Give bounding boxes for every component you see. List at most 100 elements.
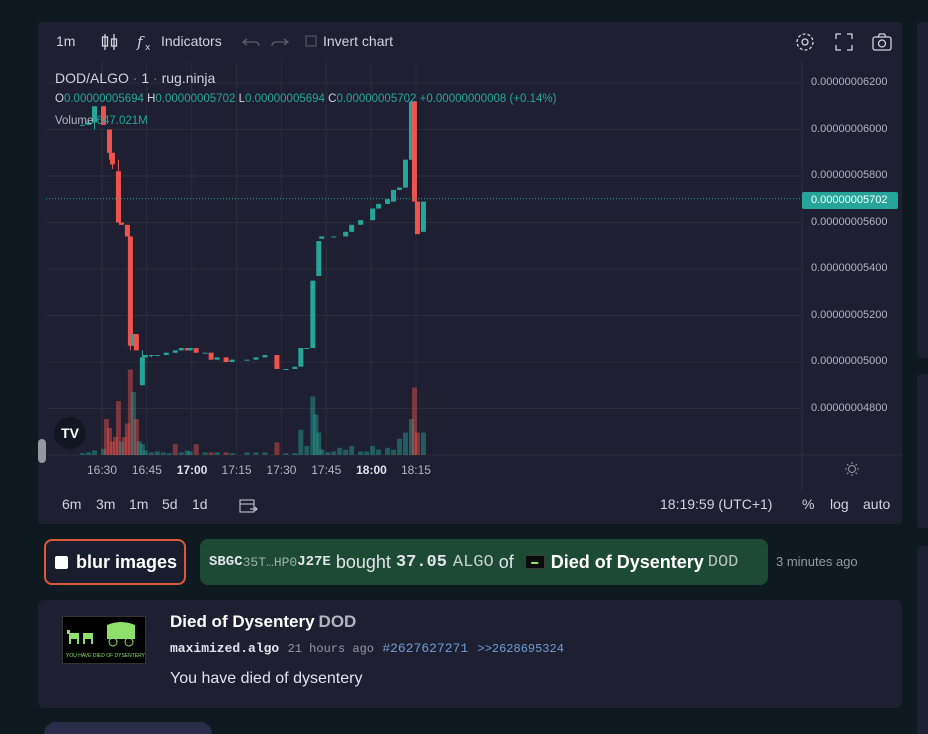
token-name[interactable]: Died of Dysentery — [551, 552, 704, 573]
volume-bar — [229, 453, 235, 455]
date-range-icon[interactable] — [238, 497, 258, 520]
token-unit: DOD — [707, 552, 739, 572]
chart-panel: 1m fx Indicators Invert chart DOD/ALGO ·… — [38, 22, 902, 524]
clock[interactable]: 18:19:59 (UTC+1) — [660, 496, 772, 512]
price-tick-label: 0.00000004800 — [811, 401, 888, 414]
volume-bar — [376, 449, 382, 455]
creator-link[interactable]: maximized.algo — [170, 641, 279, 656]
created-ago: 21 hours ago — [287, 642, 374, 656]
candle-body — [115, 171, 121, 223]
candle-body — [376, 203, 382, 209]
candle-body — [214, 357, 220, 360]
range-1d[interactable]: 1d — [192, 496, 208, 512]
volume-bar — [244, 452, 250, 455]
candle-body — [193, 348, 199, 353]
trade-asset: ALGO — [452, 552, 494, 572]
volume-bar — [283, 453, 289, 455]
candle-body — [349, 224, 355, 232]
tradingview-logo[interactable]: TV — [54, 417, 86, 449]
volume-bar — [172, 444, 178, 455]
volume-bar — [414, 432, 420, 455]
volume-bar — [262, 452, 268, 455]
volume-bar — [370, 446, 376, 455]
pair-name: DOD/ALGO — [55, 70, 129, 86]
candle-body — [411, 101, 417, 202]
range-5d[interactable]: 5d — [162, 496, 178, 512]
volume-bar — [343, 449, 349, 455]
h-value: 0.00000005702 — [155, 93, 236, 105]
c-value: 0.00000005702 — [336, 93, 417, 105]
scroll-handle[interactable] — [38, 439, 46, 463]
o-key: O — [55, 93, 64, 105]
volume-bar — [187, 451, 193, 455]
candle-body — [319, 236, 325, 239]
token-logo: YOU HAVE DIED OF DYSENTERY — [62, 616, 146, 664]
token-title-unit: DOD — [318, 612, 357, 631]
volume-bar — [391, 449, 397, 455]
volume-bar — [364, 451, 370, 455]
asa-link[interactable]: >>2628695324 — [478, 642, 564, 656]
volume-bar — [420, 432, 426, 455]
asa-id-link[interactable]: #2627627271 — [382, 641, 468, 656]
candle-body — [229, 359, 235, 362]
range-1m[interactable]: 1m — [129, 496, 148, 512]
volume-bar — [298, 429, 304, 455]
candle-body — [172, 350, 178, 353]
volume-bar — [304, 446, 310, 455]
range-6m[interactable]: 6m — [62, 496, 81, 512]
change-value: +0.00000000008 (+0.14%) — [419, 93, 557, 105]
volume-legend: Volume 647.021M — [55, 115, 148, 127]
volume-bar — [193, 444, 199, 455]
auto-toggle[interactable]: auto — [863, 496, 890, 512]
time-tick-label: 16:45 — [131, 463, 162, 477]
candle-body — [223, 357, 229, 362]
candle-body — [106, 129, 112, 153]
trade-amount: 37.05 — [395, 552, 447, 572]
candle-body — [139, 357, 145, 386]
range-3m[interactable]: 3m — [96, 496, 115, 512]
trader-address-middle[interactable]: 35T…HP0 — [243, 555, 298, 570]
reset-scale-icon[interactable] — [844, 461, 860, 482]
volume-value: 647.021M — [96, 115, 148, 127]
token-title-name[interactable]: Died of Dysentery — [170, 612, 315, 631]
token-description: You have died of dysentery — [170, 670, 363, 687]
volume-bar — [202, 452, 208, 455]
candle-body — [391, 189, 397, 202]
candle-body — [148, 355, 154, 357]
blur-images-toggle[interactable]: blur images — [44, 539, 186, 585]
time-tick-label: 17:30 — [266, 463, 297, 477]
candle-body — [370, 208, 376, 221]
candle-body — [187, 348, 193, 351]
candle-body — [292, 366, 298, 369]
price-tick-label: 0.00000005600 — [811, 215, 888, 228]
volume-bar — [160, 452, 166, 455]
price-tick-label: 0.00000005800 — [811, 169, 888, 181]
candle-body — [316, 241, 322, 276]
l-value: 0.00000005694 — [244, 93, 325, 105]
trader-address-prefix[interactable]: SBGC — [209, 554, 243, 570]
candle-body — [178, 348, 184, 351]
load-more-button[interactable] — [44, 722, 212, 734]
symbol-legend: DOD/ALGO · 1 · rug.ninja — [55, 70, 216, 86]
blur-checkbox[interactable] — [55, 555, 68, 569]
volume-bar — [178, 452, 184, 455]
percent-toggle[interactable]: % — [802, 496, 814, 512]
volume-bar — [397, 438, 403, 455]
volume-bar — [337, 447, 343, 455]
candle-body — [208, 352, 214, 360]
price-tick-label: 0.00000006000 — [811, 122, 888, 135]
log-toggle[interactable]: log — [830, 496, 849, 512]
token-logo-icon: ▬ — [524, 555, 545, 569]
volume-bar — [154, 451, 160, 455]
trader-address-suffix[interactable]: J27E — [297, 554, 331, 570]
candle-body — [154, 355, 160, 357]
volume-bar — [325, 452, 331, 455]
token-title[interactable]: Died of Dysentery DOD — [170, 612, 356, 632]
volume-bar — [208, 452, 214, 455]
candle-body — [127, 236, 133, 346]
side-panel — [917, 22, 928, 358]
candle-body — [385, 199, 391, 204]
trade-banner[interactable]: SBGC 35T…HP0 J27E bought 37.05 ALGO of ▬ D… — [200, 539, 768, 585]
bottom-toolbar: 6m 3m 1m 5d 1d 18:19:59 (UTC+1) % log au… — [38, 490, 902, 520]
side-panel — [917, 374, 928, 528]
